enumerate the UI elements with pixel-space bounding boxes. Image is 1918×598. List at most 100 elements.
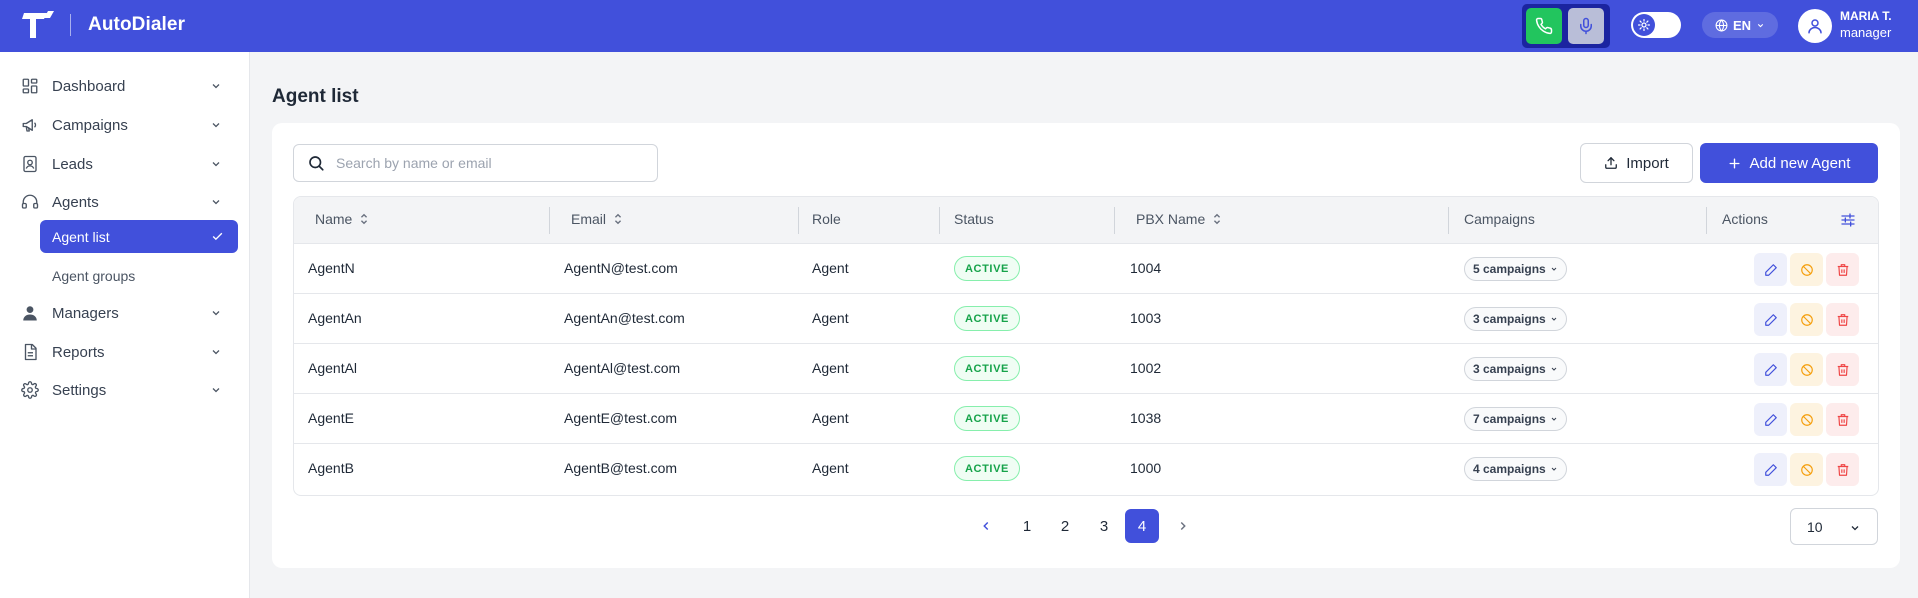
status-badge: ACTIVE: [954, 406, 1020, 431]
column-divider: [1706, 207, 1707, 234]
chevron-down-icon: [1551, 267, 1557, 271]
table-row: AgentAl AgentAl@test.com Agent ACTIVE 10…: [294, 344, 1878, 394]
pagination-prev-button[interactable]: [969, 509, 1003, 543]
block-icon: [1800, 463, 1813, 476]
pagination-page-4[interactable]: 4: [1125, 509, 1159, 543]
delete-button[interactable]: [1826, 353, 1859, 386]
pagination-page-1[interactable]: 1: [1010, 509, 1044, 543]
block-button[interactable]: [1790, 253, 1823, 286]
sidebar-item-agents[interactable]: Agents: [20, 187, 230, 217]
sidebar-item-settings[interactable]: Settings: [20, 375, 230, 405]
pagination-page-2[interactable]: 2: [1048, 509, 1082, 543]
cell-role: Agent: [812, 460, 849, 476]
block-icon: [1800, 363, 1813, 376]
cell-name: AgentAn: [308, 310, 362, 326]
user-icon: [1808, 19, 1822, 34]
gear-icon: [21, 381, 39, 399]
block-icon: [1800, 313, 1813, 326]
cell-name: AgentE: [308, 410, 354, 426]
sidebar-item-leads[interactable]: Leads: [20, 149, 230, 179]
import-button[interactable]: Import: [1580, 143, 1693, 183]
pagination-page-3[interactable]: 3: [1087, 509, 1121, 543]
column-settings-icon[interactable]: [1840, 212, 1856, 228]
microphone-icon: [1580, 17, 1592, 35]
user-icon: [23, 306, 37, 321]
cell-role: Agent: [812, 310, 849, 326]
status-badge: ACTIVE: [954, 356, 1020, 381]
sidebar-item-managers[interactable]: Managers: [20, 298, 230, 328]
delete-button[interactable]: [1826, 403, 1859, 436]
campaigns-dropdown[interactable]: 3 campaigns: [1464, 357, 1567, 381]
theme-toggle[interactable]: [1631, 12, 1681, 38]
cell-role: Agent: [812, 410, 849, 426]
trash-icon: [1837, 413, 1848, 426]
edit-button[interactable]: [1754, 353, 1787, 386]
pencil-icon: [1764, 263, 1777, 276]
chevron-down-icon: [1851, 526, 1859, 531]
trash-icon: [1837, 463, 1848, 476]
avatar[interactable]: [1798, 9, 1832, 43]
logo-icon: [22, 11, 54, 38]
chevron-down-icon: [212, 388, 220, 393]
block-button[interactable]: [1790, 353, 1823, 386]
sidebar-item-dashboard[interactable]: Dashboard: [20, 71, 230, 101]
brand-divider: [70, 14, 71, 36]
edit-button[interactable]: [1754, 453, 1787, 486]
table-row: AgentB AgentB@test.com Agent ACTIVE 1000…: [294, 444, 1878, 494]
column-header-email[interactable]: Email: [571, 211, 623, 227]
chevron-right-icon: [1180, 521, 1186, 531]
sidebar-subitem-agent-groups[interactable]: Agent groups: [40, 259, 238, 292]
column-divider: [1448, 207, 1449, 234]
page-title: Agent list: [272, 86, 359, 107]
status-badge: ACTIVE: [954, 256, 1020, 281]
delete-button[interactable]: [1826, 253, 1859, 286]
headset-icon: [21, 194, 39, 209]
campaigns-dropdown[interactable]: 7 campaigns: [1464, 407, 1567, 431]
sidebar-subitem-agent-list[interactable]: Agent list: [40, 220, 238, 253]
add-agent-button[interactable]: Add new Agent: [1700, 143, 1878, 183]
campaigns-dropdown[interactable]: 3 campaigns: [1464, 307, 1567, 331]
cell-name: AgentN: [308, 260, 355, 276]
column-divider: [939, 207, 940, 234]
microphone-button[interactable]: [1568, 8, 1604, 44]
column-header-pbx-name[interactable]: PBX Name: [1136, 211, 1222, 227]
block-button[interactable]: [1790, 403, 1823, 436]
language-selector[interactable]: EN: [1702, 12, 1778, 38]
sidebar-item-label: Dashboard: [52, 77, 126, 95]
campaigns-dropdown[interactable]: 4 campaigns: [1464, 457, 1567, 481]
cell-email: AgentB@test.com: [564, 460, 678, 476]
cell-pbx-name: 1038: [1130, 410, 1162, 426]
search-input[interactable]: [336, 155, 636, 171]
cell-role: Agent: [812, 360, 849, 376]
table-row: AgentN AgentN@test.com Agent ACTIVE 1004…: [294, 244, 1878, 294]
call-controls: [1522, 4, 1610, 48]
edit-button[interactable]: [1754, 253, 1787, 286]
dashboard-icon: [22, 78, 38, 94]
user-name[interactable]: MARIA T.: [1840, 9, 1892, 23]
agent-list-card: Import Add new Agent Name Email Role Sta…: [272, 123, 1900, 568]
add-agent-label: Add new Agent: [1749, 154, 1851, 172]
sidebar-item-label: Leads: [52, 155, 93, 173]
sort-icon: [1214, 213, 1221, 225]
delete-button[interactable]: [1826, 303, 1859, 336]
pagination-next-button[interactable]: [1166, 509, 1200, 543]
block-button[interactable]: [1790, 303, 1823, 336]
per-page-select[interactable]: 10: [1790, 508, 1878, 545]
sidebar-item-label: Campaigns: [52, 116, 128, 134]
edit-button[interactable]: [1754, 303, 1787, 336]
trash-icon: [1837, 263, 1848, 276]
call-button[interactable]: [1526, 8, 1562, 44]
sidebar-item-campaigns[interactable]: Campaigns: [20, 110, 230, 140]
campaigns-dropdown[interactable]: 5 campaigns: [1464, 257, 1567, 281]
column-header-status: Status: [954, 211, 994, 227]
cell-email: AgentAn@test.com: [564, 310, 685, 326]
block-button[interactable]: [1790, 453, 1823, 486]
chevron-down-icon: [212, 162, 220, 167]
column-header-name[interactable]: Name: [315, 211, 369, 227]
cell-pbx-name: 1003: [1130, 310, 1162, 326]
edit-button[interactable]: [1754, 403, 1787, 436]
sidebar-item-reports[interactable]: Reports: [20, 337, 230, 367]
chevron-down-icon: [212, 350, 220, 355]
chevron-left-icon: [983, 521, 989, 531]
delete-button[interactable]: [1826, 453, 1859, 486]
